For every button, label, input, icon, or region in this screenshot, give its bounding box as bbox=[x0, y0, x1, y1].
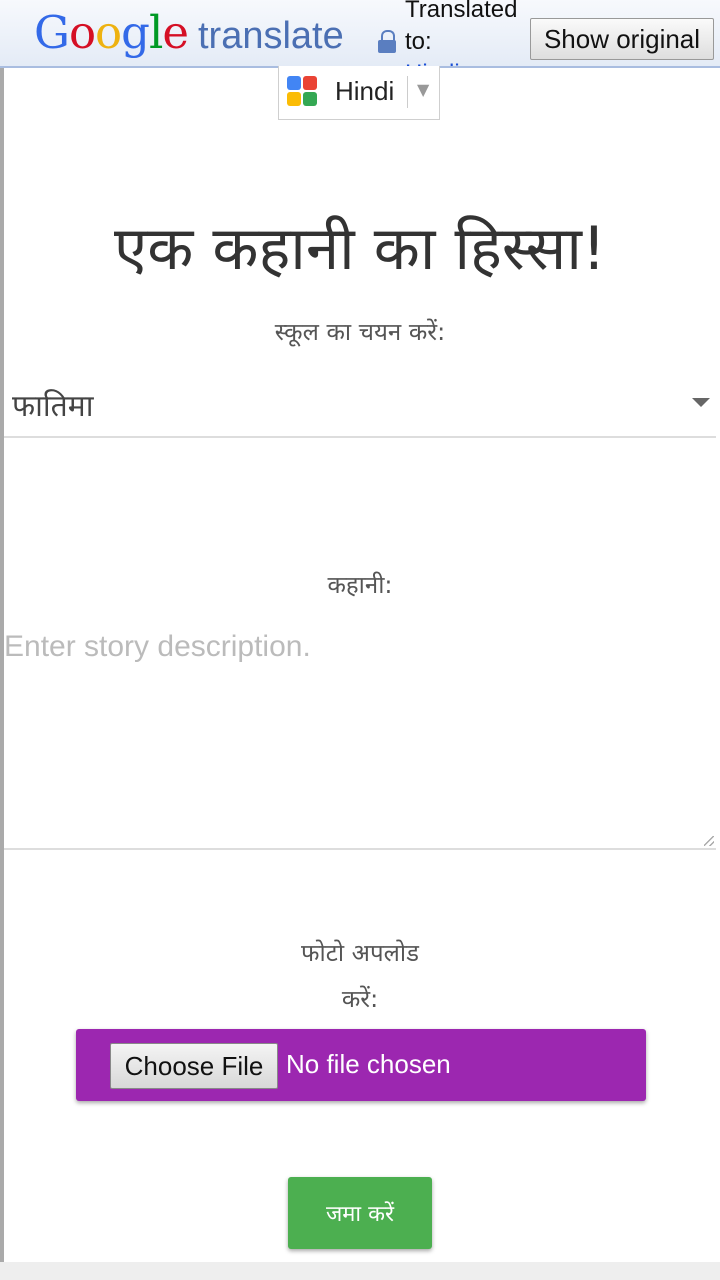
photo-upload-label-line-1: फोटो अपलोड bbox=[301, 939, 419, 967]
show-original-button[interactable]: Show original bbox=[530, 18, 714, 60]
photo-upload-label-line-2: करें: bbox=[341, 985, 379, 1013]
translated-line-1: Translated bbox=[405, 0, 518, 23]
language-select-divider bbox=[407, 76, 408, 108]
lock-icon bbox=[378, 30, 396, 53]
page-title: एक कहानी का हिस्सा! bbox=[114, 214, 606, 284]
file-upload-box: Choose File No file chosen bbox=[76, 1029, 646, 1101]
translated-to-text: Translated to: Hindi bbox=[405, 0, 535, 66]
school-select-value: फातिमा bbox=[12, 389, 94, 424]
google-logo-text: Google bbox=[34, 6, 189, 59]
chevron-down-icon: ▼ bbox=[417, 80, 430, 99]
submit-button[interactable]: जमा करें bbox=[288, 1177, 432, 1249]
dropdown-arrow-icon bbox=[692, 398, 710, 407]
choose-file-button[interactable]: Choose File bbox=[110, 1043, 278, 1089]
language-select[interactable]: Hindi ▼ bbox=[278, 66, 440, 120]
translated-line-2: to: bbox=[405, 28, 432, 55]
photo-upload-label: फोटो अपलोड करें: bbox=[0, 930, 720, 1022]
page-bottom-edge bbox=[0, 1262, 720, 1280]
file-status-text: No file chosen bbox=[286, 1049, 451, 1079]
google-translate-logo: Google translate bbox=[34, 8, 344, 58]
school-select[interactable]: फातिमा bbox=[4, 378, 716, 438]
story-placeholder: Enter story description. bbox=[4, 630, 311, 663]
language-select-value: Hindi bbox=[335, 76, 395, 106]
resize-handle-icon[interactable] bbox=[704, 836, 714, 846]
story-label: कहानी: bbox=[327, 571, 393, 599]
google-translate-bar: Googletranslate Translated to: Hindi Sho… bbox=[0, 0, 720, 68]
story-textarea[interactable]: Enter story description. bbox=[4, 622, 716, 850]
school-select-label: स्कूल का चयन करें: bbox=[274, 318, 446, 346]
google-translate-icon bbox=[287, 76, 321, 110]
translate-logo-text: translate bbox=[198, 15, 344, 57]
